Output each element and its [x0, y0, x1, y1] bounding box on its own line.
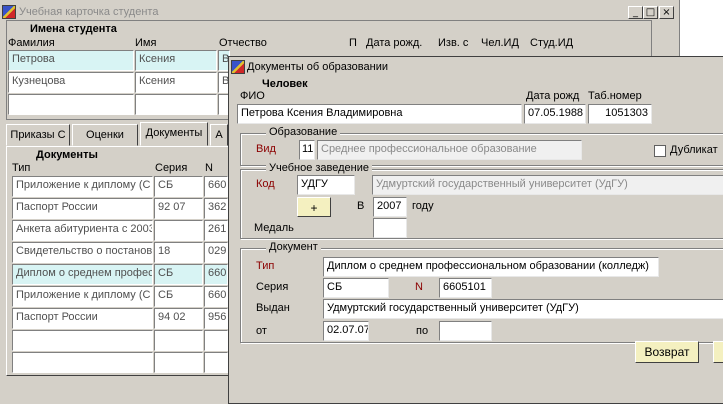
tab-documents[interactable]: Документы	[140, 122, 208, 146]
person-section-title: Человек	[262, 78, 308, 90]
institution-code-field[interactable]: УДГУ	[297, 175, 355, 195]
doc-row-type[interactable]	[12, 352, 153, 373]
doc-row-type[interactable]: Паспорт России	[12, 308, 153, 329]
return-button[interactable]: Возврат	[635, 341, 699, 363]
tab-orders[interactable]: Приказы С	[6, 124, 70, 146]
doc-issued-field[interactable]: Удмуртский государственный университет (…	[323, 299, 723, 319]
dialog-title: Документы об образовании	[247, 61, 389, 73]
col-known-since: Изв. с	[438, 37, 469, 49]
add-institution-button[interactable]: +	[297, 197, 331, 217]
medal-field[interactable]	[373, 218, 407, 238]
doc-row-number[interactable]	[204, 330, 228, 351]
doc-row-series[interactable]	[154, 330, 203, 351]
col-person-id: Чел.ИД	[481, 37, 519, 49]
fio-field[interactable]: Петрова Ксения Владимировна	[237, 104, 522, 124]
year-prefix-label: В	[357, 200, 365, 212]
doc-row-series[interactable]: СБ	[154, 286, 203, 307]
doc-row-series[interactable]: 92 07	[154, 198, 203, 219]
doc-series-field[interactable]: СБ	[323, 278, 389, 298]
doc-type-field[interactable]: Диплом о среднем профессиональном образо…	[323, 257, 659, 277]
vid-text-field[interactable]: Среднее профессиональное образование	[317, 140, 582, 160]
name-row-name[interactable]: Ксения	[135, 72, 217, 93]
name-row-name[interactable]: Ксения	[135, 50, 217, 71]
doc-number-field[interactable]: 6605101	[439, 278, 492, 298]
tab-grades[interactable]: Оценки	[72, 124, 138, 146]
main-window-title: Учебная карточка студента	[19, 6, 159, 18]
col-gender: П	[349, 37, 357, 49]
doc-row-series[interactable]: 18	[154, 242, 203, 263]
doc-col-series: Серия	[155, 162, 188, 174]
doc-row-series[interactable]: СБ	[154, 264, 203, 285]
doc-row-series[interactable]	[154, 220, 203, 241]
doc-row-number[interactable]: 956	[204, 308, 228, 329]
doc-type-label: Тип	[256, 260, 275, 272]
doc-row-number[interactable]: 362	[204, 198, 228, 219]
maximize-icon[interactable]: □	[643, 6, 658, 19]
main-title-bar: Учебная карточка студента _ □ ×	[0, 2, 678, 21]
doc-from-field[interactable]: 02.07.07	[323, 321, 369, 341]
year-suffix-label: году	[412, 200, 434, 212]
col-birthdate: Дата рожд.	[366, 37, 423, 49]
duplicate-checkbox[interactable]	[654, 145, 666, 157]
app-icon	[2, 5, 16, 19]
doc-issued-label: Выдан	[256, 302, 290, 314]
doc-row-number[interactable]: 660	[204, 286, 228, 307]
tab-number-field[interactable]: 1051303	[588, 104, 652, 124]
doc-row-type[interactable]: Паспорт России	[12, 198, 153, 219]
doc-row-series[interactable]: 94 02	[154, 308, 203, 329]
doc-number-label: N	[415, 281, 423, 293]
education-documents-dialog: Документы об образовании Человек ФИО Дат…	[228, 56, 723, 404]
close-icon[interactable]: ×	[659, 6, 674, 19]
second-button[interactable]	[713, 341, 723, 363]
tab-number-label: Таб.номер	[588, 90, 642, 102]
col-surname: Фамилия	[8, 37, 55, 49]
names-section-title: Имена студента	[30, 23, 117, 35]
doc-row-number[interactable]: 029	[204, 242, 228, 263]
doc-row-type[interactable]: Свидетельство о постанов	[12, 242, 153, 263]
doc-from-label: от	[256, 325, 267, 337]
doc-row-type[interactable]: Диплом о среднем профес	[12, 264, 153, 285]
institution-name-field[interactable]: Удмуртский государственный университет (…	[372, 175, 723, 195]
doc-row-number[interactable]: 261	[204, 220, 228, 241]
doc-col-number: N	[205, 162, 213, 174]
documents-title: Документы	[36, 149, 98, 161]
document-group-title: Документ	[266, 241, 321, 253]
doc-row-type[interactable]: Приложение к диплому (С	[12, 176, 153, 197]
institution-group-title: Учебное заведение	[266, 162, 373, 174]
vid-label: Вид	[256, 143, 276, 155]
education-group-title: Образование	[266, 126, 341, 138]
vid-code-field[interactable]: 11	[299, 140, 315, 160]
doc-series-label: Серия	[256, 281, 289, 293]
col-student-id: Студ.ИД	[530, 37, 574, 49]
doc-to-field[interactable]	[439, 321, 492, 341]
dob-field[interactable]: 07.05.1988	[524, 104, 586, 124]
doc-row-number[interactable]: 660	[204, 176, 228, 197]
doc-row-series[interactable]: СБ	[154, 176, 203, 197]
doc-row-number[interactable]: 660	[204, 264, 228, 285]
name-row-surname[interactable]: Кузнецова	[8, 72, 134, 93]
name-row-surname[interactable]: Петрова	[8, 50, 134, 71]
name-row-surname[interactable]	[8, 94, 134, 115]
minimize-icon[interactable]: _	[628, 6, 643, 19]
doc-to-label: по	[416, 325, 429, 337]
year-field[interactable]: 2007	[373, 197, 407, 217]
doc-row-number[interactable]	[204, 352, 228, 373]
col-patronymic: Отчество	[219, 37, 267, 49]
duplicate-label: Дубликат	[670, 144, 718, 156]
fio-label: ФИО	[240, 90, 265, 102]
doc-row-type[interactable]: Приложение к диплому (С	[12, 286, 153, 307]
institution-code-label: Код	[256, 178, 275, 190]
doc-row-type[interactable]	[12, 330, 153, 351]
name-row-name[interactable]	[135, 94, 217, 115]
dialog-app-icon	[231, 60, 245, 74]
dob-label: Дата рожд	[526, 90, 580, 102]
tab-more[interactable]: А	[210, 124, 228, 146]
doc-row-type[interactable]: Анкета абитуриента с 2003	[12, 220, 153, 241]
doc-row-series[interactable]	[154, 352, 203, 373]
col-name: Имя	[135, 37, 157, 49]
medal-label: Медаль	[254, 222, 294, 234]
doc-col-type: Тип	[12, 162, 31, 174]
